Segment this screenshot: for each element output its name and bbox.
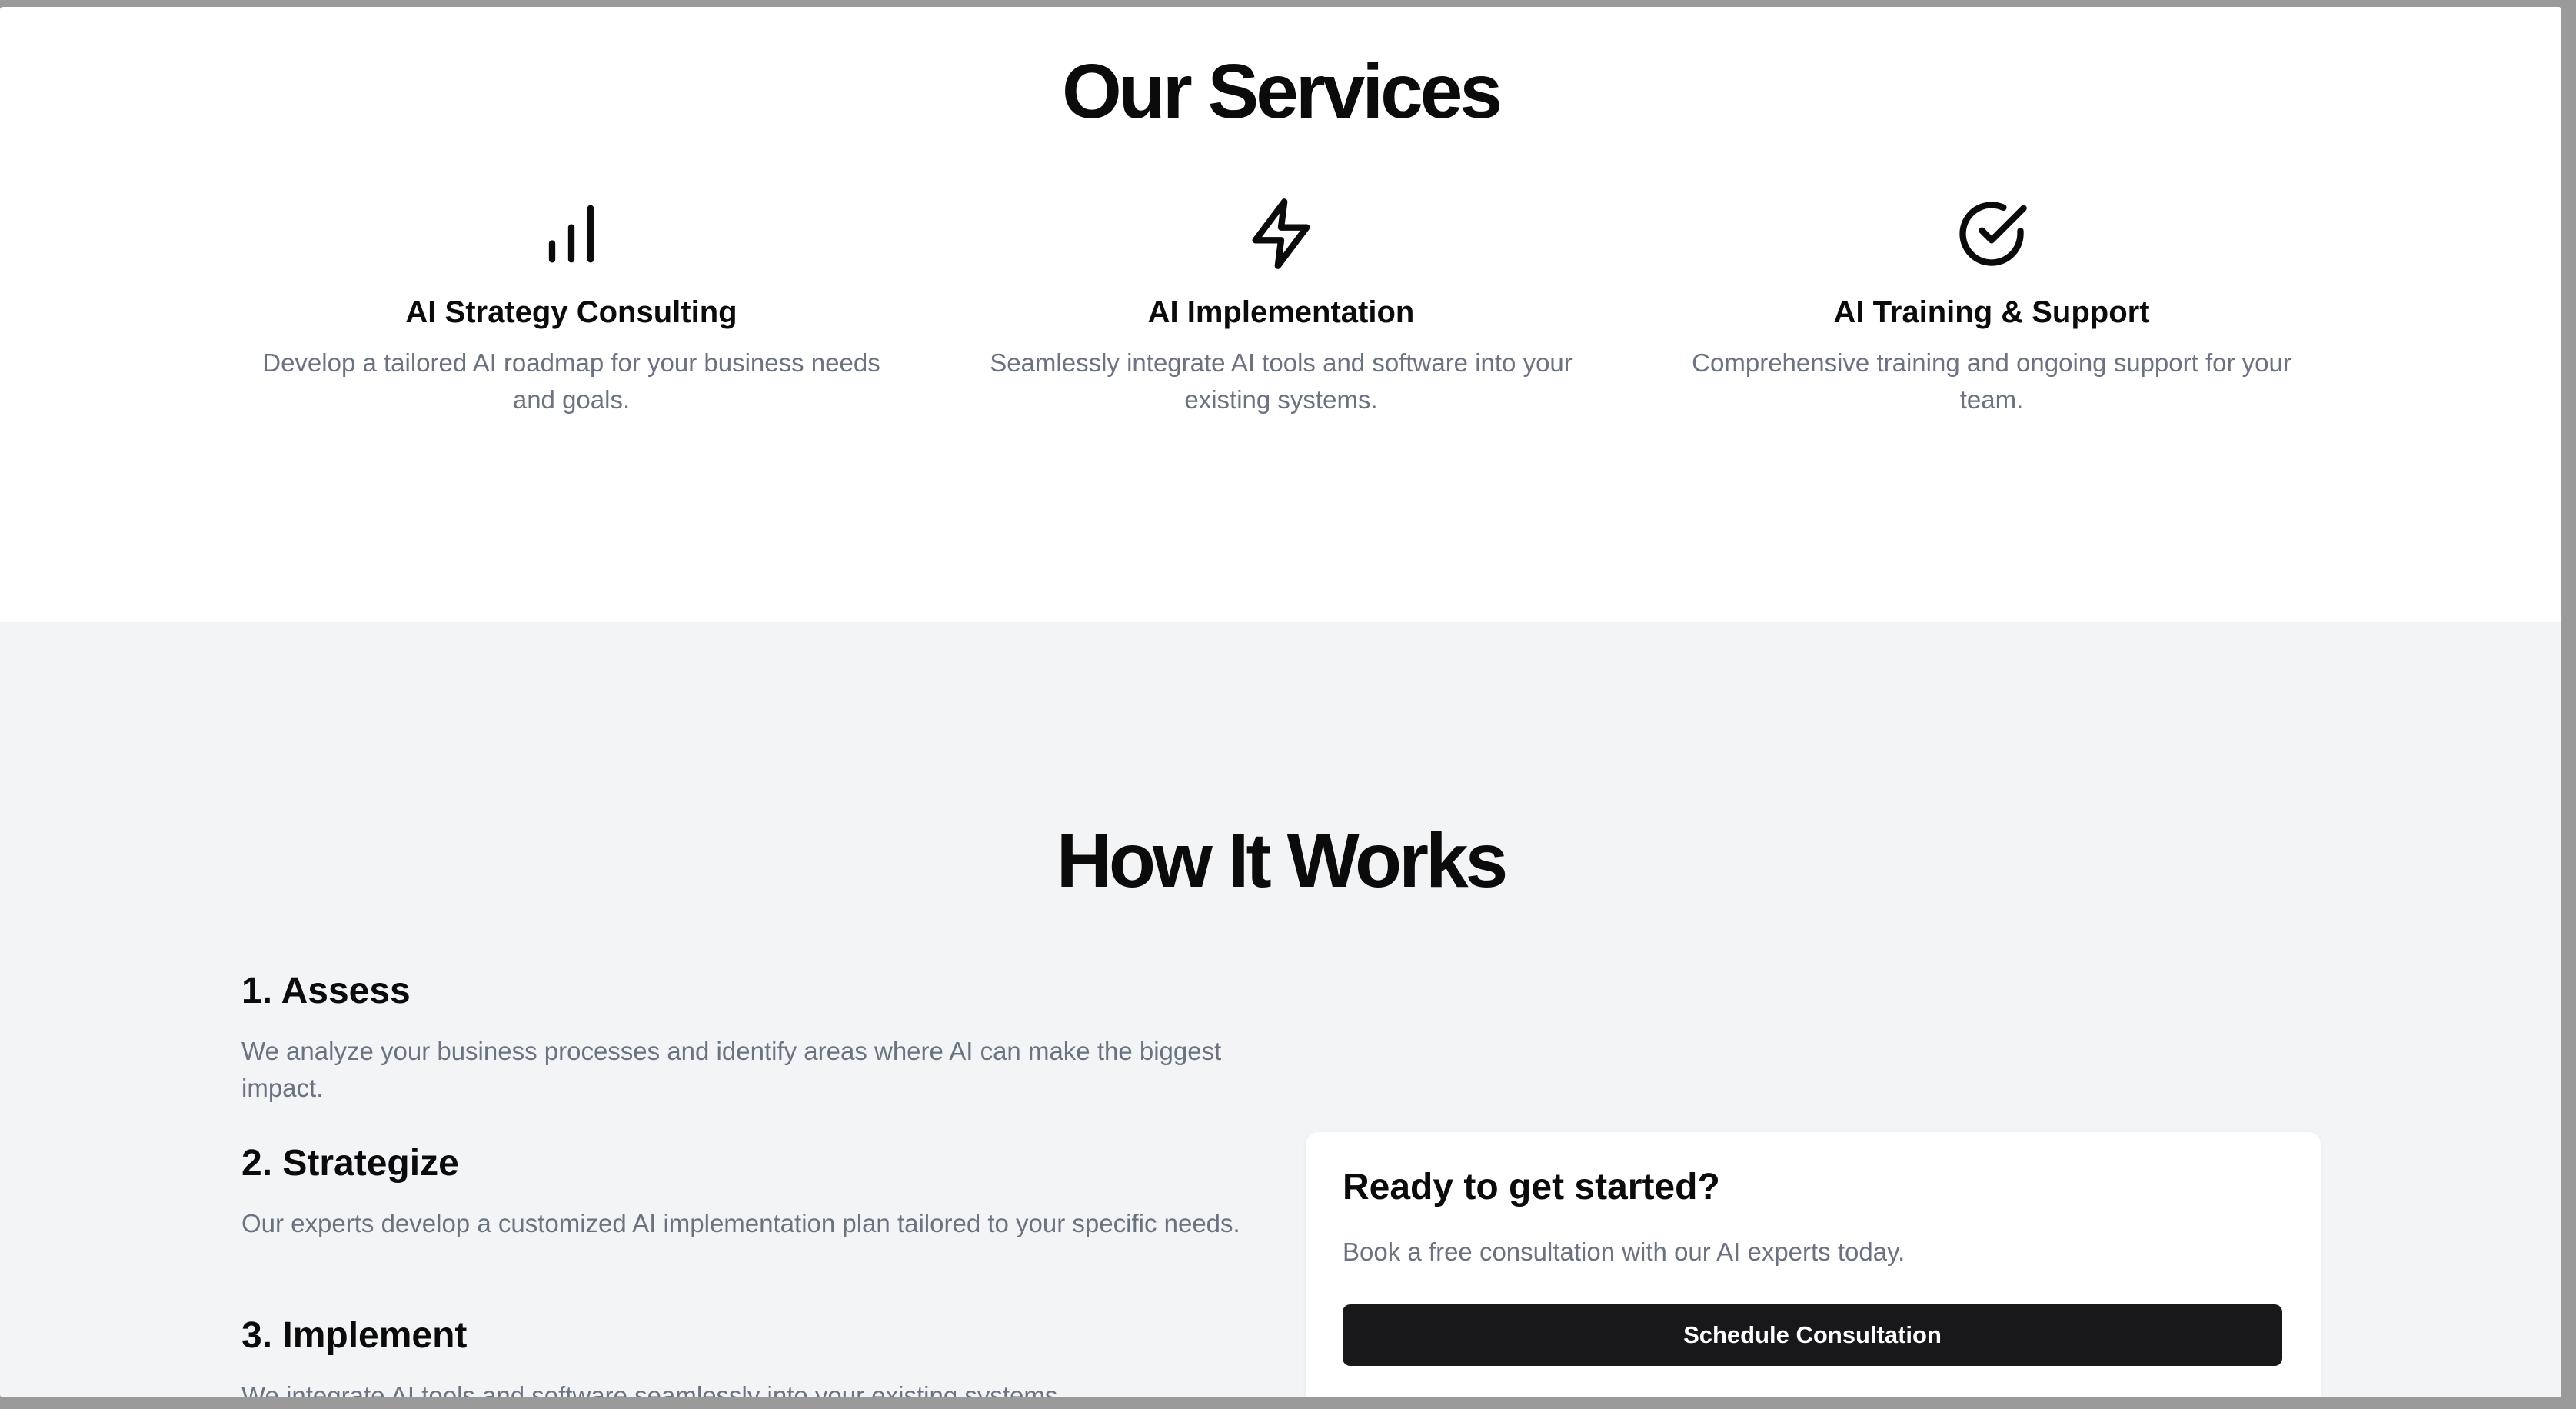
step-title: 2. Strategize: [241, 1143, 459, 1184]
step-description: Our experts develop a customized AI impl…: [241, 1209, 1240, 1237]
browser-viewport: Our Services AI Strategy Consulting Deve…: [0, 7, 2561, 1397]
how-it-works-section: How It Works 1. Assess We analyze your b…: [0, 622, 2561, 1397]
bar-chart-icon: [548, 205, 594, 263]
step-title: 1. Assess: [241, 971, 411, 1011]
step-title: 3. Implement: [241, 1315, 468, 1356]
service-description: Seamlessly integrate AI tools and softwa…: [990, 348, 1573, 414]
cta-title: Ready to get started?: [1343, 1167, 1720, 1207]
service-title: AI Training & Support: [1833, 295, 2150, 329]
check-circle-icon: [1959, 202, 2027, 266]
service-card-implementation: AI Implementation Seamlessly integrate A…: [943, 195, 1619, 418]
service-description: Develop a tailored AI roadmap for your b…: [262, 348, 880, 414]
lightning-bolt-icon: [1252, 198, 1310, 269]
services-title: Our Services: [1061, 48, 1503, 135]
step-description: We integrate AI tools and software seaml…: [241, 1381, 1065, 1397]
cta-card: Ready to get started? Book a free consul…: [1306, 1132, 2321, 1397]
step-assess: 1. Assess We analyze your business proce…: [241, 967, 1272, 1107]
service-card-strategy: AI Strategy Consulting Develop a tailore…: [233, 195, 910, 418]
service-title: AI Implementation: [1147, 295, 1415, 329]
window-bottom-edge: [0, 1397, 2576, 1409]
step-strategize: 2. Strategize Our experts develop a cust…: [241, 1139, 1272, 1242]
step-implement: 3. Implement We integrate AI tools and s…: [241, 1311, 1272, 1397]
cta-description: Book a free consultation with our AI exp…: [1343, 1237, 1905, 1266]
schedule-consultation-button[interactable]: Schedule Consultation: [1343, 1304, 2282, 1366]
services-section: Our Services AI Strategy Consulting Deve…: [0, 7, 2561, 622]
service-description: Comprehensive training and ongoing suppo…: [1692, 348, 2291, 414]
service-card-training: AI Training & Support Comprehensive trai…: [1653, 195, 2330, 418]
how-it-works-title: How It Works: [1056, 818, 1509, 904]
service-title: AI Strategy Consulting: [405, 295, 737, 329]
step-description: We analyze your business processes and i…: [241, 1037, 1222, 1102]
